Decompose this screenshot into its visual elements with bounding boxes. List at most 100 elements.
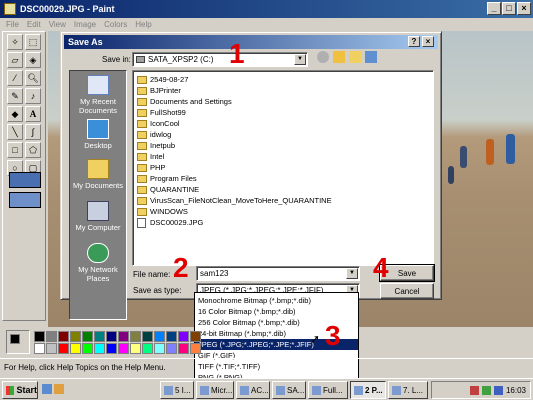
task-button[interactable]: Micr... bbox=[196, 381, 234, 399]
palette-swatch[interactable] bbox=[58, 331, 69, 342]
list-item[interactable]: IconCool bbox=[137, 118, 180, 129]
palette-swatch[interactable] bbox=[178, 331, 189, 342]
views-menu-icon[interactable] bbox=[365, 51, 377, 63]
palette-swatch[interactable] bbox=[34, 343, 45, 354]
airbrush-icon[interactable]: ◆ bbox=[7, 106, 23, 122]
list-item[interactable]: 2549-08-27 bbox=[137, 74, 188, 85]
place-my-computer[interactable]: My Computer bbox=[70, 201, 126, 232]
palette-swatch[interactable] bbox=[130, 331, 141, 342]
palette-swatch[interactable] bbox=[34, 331, 45, 342]
list-item[interactable]: Inetpub bbox=[137, 140, 175, 151]
menu-view[interactable]: View bbox=[45, 20, 70, 29]
start-button[interactable]: Start bbox=[2, 381, 38, 399]
fill-icon[interactable]: ◈ bbox=[25, 52, 41, 68]
palette-swatch[interactable] bbox=[70, 343, 81, 354]
type-option[interactable]: Monochrome Bitmap (*.bmp;*.dib) bbox=[195, 295, 358, 306]
polygon-icon[interactable]: ⬠ bbox=[25, 142, 41, 158]
place-recent-documents[interactable]: My Recent Documents bbox=[70, 75, 126, 115]
palette-swatch[interactable] bbox=[118, 331, 129, 342]
eraser-icon[interactable]: ▱ bbox=[7, 52, 23, 68]
quicklaunch-icon[interactable] bbox=[54, 384, 64, 394]
free-select-icon[interactable]: ✧ bbox=[7, 34, 23, 50]
palette-swatch[interactable] bbox=[142, 331, 153, 342]
menu-help[interactable]: Help bbox=[131, 20, 155, 29]
place-network[interactable]: My Network Places bbox=[70, 243, 126, 283]
palette-swatch[interactable] bbox=[190, 343, 201, 354]
tray-icon[interactable] bbox=[493, 385, 503, 395]
list-item[interactable]: idwlog bbox=[137, 129, 171, 140]
close-button[interactable]: × bbox=[517, 2, 531, 15]
place-my-documents[interactable]: My Documents bbox=[70, 159, 126, 190]
palette-swatch[interactable] bbox=[106, 331, 117, 342]
tool-option-transparent-icon[interactable] bbox=[9, 172, 41, 188]
foreground-color[interactable] bbox=[10, 334, 20, 344]
chevron-down-icon[interactable]: ▼ bbox=[346, 268, 358, 279]
palette-swatch[interactable] bbox=[118, 343, 129, 354]
list-item[interactable]: Program Files bbox=[137, 173, 197, 184]
palette-swatch[interactable] bbox=[130, 343, 141, 354]
back-icon[interactable] bbox=[317, 51, 329, 63]
menu-colors[interactable]: Colors bbox=[100, 20, 131, 29]
tray-icon[interactable] bbox=[481, 385, 491, 395]
task-button-active[interactable]: 2 P... bbox=[350, 381, 386, 399]
task-button[interactable]: Full... bbox=[308, 381, 348, 399]
palette-swatch[interactable] bbox=[166, 343, 177, 354]
task-button[interactable]: 5 I... bbox=[160, 381, 194, 399]
list-item[interactable]: Intel bbox=[137, 151, 164, 162]
help-button[interactable]: ? bbox=[408, 36, 420, 47]
chevron-down-icon[interactable]: ▼ bbox=[294, 54, 306, 65]
tool-option-opaque-icon[interactable] bbox=[9, 192, 41, 208]
list-item[interactable]: Documents and Settings bbox=[137, 96, 232, 107]
pencil-icon[interactable]: ✎ bbox=[7, 88, 23, 104]
file-list[interactable]: 2549-08-27 BJPrinter Documents and Setti… bbox=[132, 70, 434, 266]
tray-icon[interactable] bbox=[469, 385, 479, 395]
list-item[interactable]: BJPrinter bbox=[137, 85, 181, 96]
brush-icon[interactable]: ♪ bbox=[25, 88, 41, 104]
palette-swatch[interactable] bbox=[46, 331, 57, 342]
palette-swatch[interactable] bbox=[58, 343, 69, 354]
palette-swatch[interactable] bbox=[46, 343, 57, 354]
palette-swatch[interactable] bbox=[70, 331, 81, 342]
quicklaunch-icon[interactable] bbox=[42, 384, 52, 394]
palette-swatch[interactable] bbox=[94, 331, 105, 342]
select-icon[interactable]: ⬚ bbox=[25, 34, 41, 50]
palette-swatch[interactable] bbox=[166, 331, 177, 342]
list-item[interactable]: FullShot99 bbox=[137, 107, 186, 118]
list-item[interactable]: VirusScan_FileNotClean_MoveToHere_QUARAN… bbox=[137, 195, 332, 206]
type-option[interactable]: 16 Color Bitmap (*.bmp;*.dib) bbox=[195, 306, 358, 317]
task-button[interactable]: AC... bbox=[236, 381, 270, 399]
line-icon[interactable]: ╲ bbox=[7, 124, 23, 140]
text-icon[interactable]: A bbox=[25, 106, 41, 122]
menu-file[interactable]: File bbox=[2, 20, 23, 29]
file-name-input[interactable]: sam123 ▼ bbox=[196, 266, 360, 281]
new-folder-icon[interactable] bbox=[349, 51, 361, 63]
palette-swatch[interactable] bbox=[154, 343, 165, 354]
save-in-combo[interactable]: SATA_XPSP2 (C:) ▼ bbox=[132, 52, 308, 67]
list-item[interactable]: PHP bbox=[137, 162, 165, 173]
magnifier-icon[interactable]: 🔍︎ bbox=[25, 70, 41, 86]
up-folder-icon[interactable] bbox=[333, 51, 345, 63]
list-item[interactable]: DSC00029.JPG bbox=[137, 217, 203, 228]
palette-swatch[interactable] bbox=[190, 331, 201, 342]
task-button[interactable]: 7. L... bbox=[388, 381, 428, 399]
menu-image[interactable]: Image bbox=[70, 20, 100, 29]
palette-swatch[interactable] bbox=[82, 331, 93, 342]
dialog-close-button[interactable]: × bbox=[422, 36, 434, 47]
palette-swatch[interactable] bbox=[154, 331, 165, 342]
list-item[interactable]: QUARANTINE bbox=[137, 184, 199, 195]
menu-edit[interactable]: Edit bbox=[23, 20, 45, 29]
maximize-button[interactable]: □ bbox=[502, 2, 516, 15]
color-picker-icon[interactable]: ⁄ bbox=[7, 70, 23, 86]
curve-icon[interactable]: ∫ bbox=[25, 124, 41, 140]
rectangle-icon[interactable]: □ bbox=[7, 142, 23, 158]
place-desktop[interactable]: Desktop bbox=[70, 119, 126, 150]
palette-swatch[interactable] bbox=[178, 343, 189, 354]
list-item[interactable]: WINDOWS bbox=[137, 206, 188, 217]
palette-swatch[interactable] bbox=[82, 343, 93, 354]
palette-swatch[interactable] bbox=[142, 343, 153, 354]
clock[interactable]: 16:03 bbox=[506, 386, 526, 395]
cancel-button[interactable]: Cancel bbox=[380, 283, 434, 299]
palette-swatch[interactable] bbox=[106, 343, 117, 354]
minimize-button[interactable]: _ bbox=[487, 2, 501, 15]
palette-swatch[interactable] bbox=[94, 343, 105, 354]
